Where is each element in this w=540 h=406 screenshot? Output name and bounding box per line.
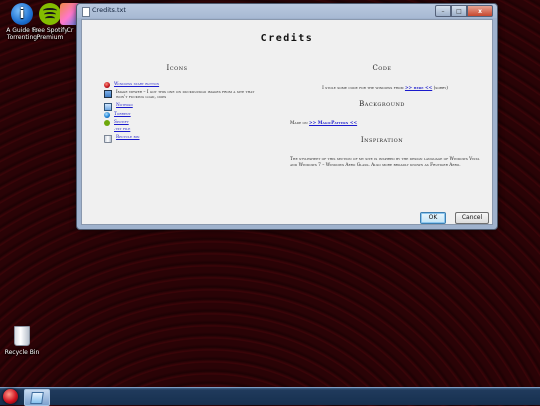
list-item: Spotify: [104, 119, 260, 126]
window-title: Credits.txt: [92, 6, 126, 14]
minimize-button[interactable]: –: [435, 5, 451, 17]
close-button[interactable]: x: [467, 5, 493, 17]
recycle-bin-icon: [104, 134, 112, 143]
torrent-icon: [104, 112, 110, 119]
code-credit: I stole some code for the windows from >…: [290, 86, 480, 92]
credit-link[interactable]: Notepad: [116, 103, 133, 108]
taskbar: [0, 387, 540, 406]
list-item: .txt file: [104, 127, 260, 133]
credit-link[interactable]: Spotify: [114, 120, 129, 125]
background-credit-text: Made on: [290, 121, 308, 126]
list-item: Torrent: [104, 112, 260, 119]
list-item: Image viewer – I got this one on duckduc…: [104, 89, 260, 102]
taskbar-item-window[interactable]: [24, 389, 50, 406]
notepad-icon: [104, 102, 112, 111]
section-title-inspiration: Inspiration: [360, 136, 404, 144]
background-credit: Made on >> MagicPattern <<: [290, 121, 480, 127]
section-title-icons: Icons: [166, 64, 188, 72]
list-item: Windows start button: [104, 82, 260, 88]
spotify-icon: [104, 119, 110, 126]
desktop-icon-recycle-bin[interactable]: Recycle Bin: [0, 326, 44, 356]
code-link[interactable]: >> here <<: [405, 86, 432, 91]
text-file-icon: [82, 7, 90, 17]
ok-button[interactable]: OK: [420, 212, 446, 224]
section-title-background: Background: [359, 100, 405, 108]
txt-file-icon: [104, 127, 110, 133]
credit-text: Image viewer – I got this one on duckduc…: [116, 89, 255, 101]
credit-link[interactable]: Torrent: [114, 112, 131, 117]
page-title: Credits: [260, 33, 314, 44]
image-viewer-icon: [104, 89, 112, 98]
window-icon: [30, 392, 44, 404]
magicpattern-link[interactable]: >> MagicPattern <<: [309, 121, 357, 126]
credit-link[interactable]: .txt file: [114, 127, 130, 132]
inspiration-text: The stylesheet of this section of my sit…: [290, 157, 480, 169]
window-content: Credits Icons Windows start button Image…: [81, 19, 493, 225]
start-button[interactable]: [3, 389, 18, 404]
cancel-button[interactable]: Cancel: [455, 212, 489, 224]
code-credit-after: (sorry): [433, 86, 448, 91]
section-title-code: Code: [372, 64, 392, 72]
maximize-button[interactable]: □: [451, 5, 467, 17]
spotify-icon: [39, 3, 61, 25]
icons-list: Windows start button Image viewer – I go…: [104, 82, 260, 144]
code-credit-text: I stole some code for the windows from: [322, 86, 404, 91]
list-item: Recycle bin: [104, 134, 260, 143]
credit-link[interactable]: Windows start button: [114, 82, 159, 87]
credit-link[interactable]: Recycle bin: [116, 135, 140, 140]
window-controls: – □ x: [435, 5, 493, 17]
recycle-bin-icon: [14, 326, 30, 346]
desktop-icon-label: Recycle Bin: [4, 349, 40, 356]
title-bar[interactable]: Credits.txt – □ x: [77, 4, 497, 18]
credits-window: Credits.txt – □ x Credits Icons Windows …: [76, 3, 498, 230]
windows-orb-icon: [104, 82, 110, 88]
list-item: Notepad: [104, 102, 260, 111]
